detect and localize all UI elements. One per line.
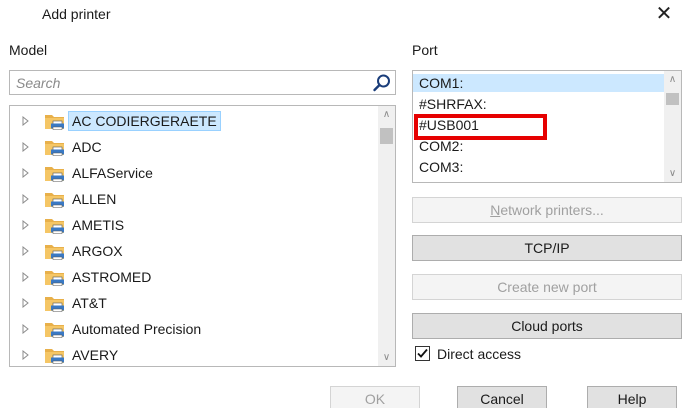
port-label: Port xyxy=(412,42,438,58)
tree-item[interactable]: ARGOX xyxy=(10,240,378,262)
model-search-box xyxy=(9,70,396,95)
scroll-thumb[interactable] xyxy=(666,93,679,105)
printer-folder-icon xyxy=(45,193,64,208)
expand-arrow-icon[interactable] xyxy=(22,142,30,152)
cancel-button[interactable]: Cancel xyxy=(457,386,547,408)
scroll-thumb[interactable] xyxy=(380,128,393,144)
printer-folder-icon xyxy=(45,349,64,364)
printer-folder-icon xyxy=(45,297,64,312)
tree-item[interactable]: AVERY xyxy=(10,344,378,366)
button-label: etwork printers... xyxy=(500,202,604,218)
access-key: N xyxy=(490,202,501,218)
close-icon[interactable]: ✕ xyxy=(652,2,676,26)
ok-button[interactable]: OK xyxy=(330,386,420,408)
port-item[interactable]: COM3: xyxy=(413,158,665,176)
search-input[interactable] xyxy=(16,72,356,94)
search-icon[interactable] xyxy=(372,73,392,93)
scroll-up-icon[interactable]: ∧ xyxy=(664,71,681,88)
tree-item-label: ASTROMED xyxy=(72,269,152,285)
tree-item-label: AVERY xyxy=(72,347,119,363)
printer-folder-icon xyxy=(45,245,64,260)
expand-arrow-icon[interactable] xyxy=(22,298,30,308)
scroll-up-icon[interactable]: ∧ xyxy=(378,106,395,123)
tree-item[interactable]: Automated Precision xyxy=(10,318,378,340)
model-tree[interactable]: AC CODIERGERAETE ADC ALFAService ALLEN AMETI… xyxy=(9,105,396,367)
expand-arrow-icon[interactable] xyxy=(22,168,30,178)
port-scrollbar[interactable]: ∧ ∨ xyxy=(664,71,681,182)
expand-arrow-icon[interactable] xyxy=(22,350,30,360)
expand-arrow-icon[interactable] xyxy=(22,272,30,282)
tree-item-label: AMETIS xyxy=(72,217,125,233)
expand-arrow-icon[interactable] xyxy=(22,246,30,256)
printer-folder-icon xyxy=(45,115,64,130)
tree-item-label: ALFAService xyxy=(72,165,153,181)
tree-item-label: AT&T xyxy=(72,295,107,311)
tree-item[interactable]: AT&T xyxy=(10,292,378,314)
tree-item[interactable]: ALLEN xyxy=(10,188,378,210)
checkmark-icon xyxy=(417,348,428,358)
port-item[interactable]: #SHRFAX: xyxy=(413,95,665,113)
printer-folder-icon xyxy=(45,271,64,286)
direct-access-label: Direct access xyxy=(437,346,522,362)
tree-item[interactable]: AMETIS xyxy=(10,214,378,236)
printer-folder-icon xyxy=(45,323,64,338)
tcpip-button[interactable]: TCP/IP xyxy=(412,235,682,261)
direct-access-checkbox[interactable] xyxy=(415,346,430,361)
printer-folder-icon xyxy=(45,219,64,234)
scroll-down-icon[interactable]: ∨ xyxy=(378,349,395,366)
tree-item-label: Automated Precision xyxy=(72,321,202,337)
scroll-down-icon[interactable]: ∨ xyxy=(664,165,681,182)
tree-item-label: ALLEN xyxy=(72,191,117,207)
tree-item[interactable]: ALFAService xyxy=(10,162,378,184)
tree-item[interactable]: ASTROMED xyxy=(10,266,378,288)
help-button[interactable]: Help xyxy=(587,386,677,408)
printer-folder-icon xyxy=(45,141,64,156)
tree-item-label: ARGOX xyxy=(72,243,123,259)
expand-arrow-icon[interactable] xyxy=(22,116,30,126)
port-item[interactable]: COM1: xyxy=(413,74,665,92)
model-scrollbar[interactable]: ∧ ∨ xyxy=(378,106,395,366)
tree-item-label: ADC xyxy=(72,139,102,155)
create-new-port-button[interactable]: Create new port xyxy=(412,274,682,300)
tree-item-label: AC CODIERGERAETE xyxy=(68,111,221,131)
window-title: Add printer xyxy=(42,6,111,22)
expand-arrow-icon[interactable] xyxy=(22,220,30,230)
highlight-box xyxy=(414,114,547,140)
tree-item[interactable]: AC CODIERGERAETE xyxy=(10,110,378,132)
model-label: Model xyxy=(9,42,48,58)
tree-item[interactable]: ADC xyxy=(10,136,378,158)
cloud-ports-button[interactable]: Cloud ports xyxy=(412,313,682,339)
expand-arrow-icon[interactable] xyxy=(22,194,30,204)
printer-folder-icon xyxy=(45,167,64,182)
expand-arrow-icon[interactable] xyxy=(22,324,30,334)
network-printers-button[interactable]: Network printers... xyxy=(412,197,682,223)
